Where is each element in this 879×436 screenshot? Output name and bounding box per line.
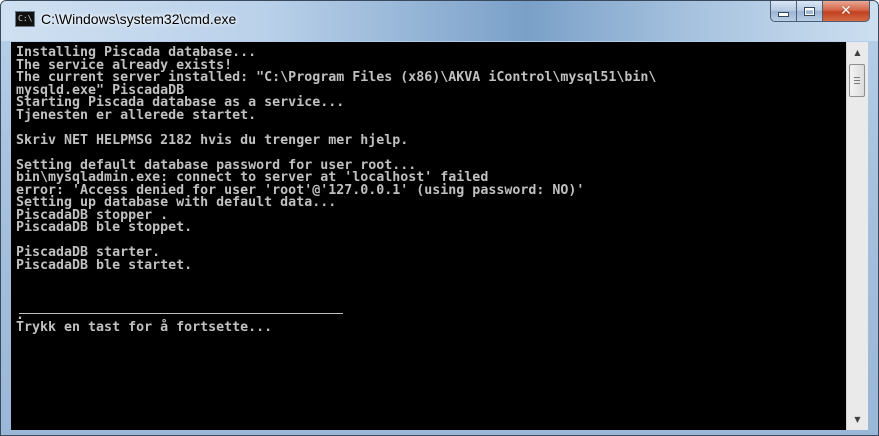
scroll-up-arrow-icon: ▲: [854, 48, 861, 57]
title-bar[interactable]: C:\ C:\Windows\system32\cmd.exe ✕: [1, 1, 878, 41]
close-icon: ✕: [840, 3, 852, 19]
maximize-icon: [804, 6, 815, 16]
scroll-down-arrow-icon: ▼: [854, 415, 861, 424]
close-button[interactable]: ✕: [823, 1, 870, 22]
vertical-scrollbar[interactable]: ▲ ▼: [846, 42, 868, 430]
console-output[interactable]: Installing Piscada database... The servic…: [11, 42, 846, 430]
minimize-button[interactable]: [770, 1, 797, 22]
thumb-grip: [854, 83, 860, 84]
console-line: Skriv NET HELPMSG 2182 hvis du trenger m…: [16, 132, 409, 148]
cmd-icon[interactable]: C:\: [15, 11, 35, 27]
caption-buttons: ✕: [770, 1, 870, 23]
minimize-icon: [778, 11, 789, 17]
scroll-thumb[interactable]: [849, 64, 865, 97]
console-line: PiscadaDB ble startet.: [16, 257, 193, 273]
thumb-grip: [854, 77, 860, 78]
maximize-button[interactable]: [797, 1, 823, 22]
console-line: PiscadaDB ble stoppet.: [16, 220, 193, 235]
thumb-grip: [854, 80, 860, 81]
window-frame-right[interactable]: [868, 42, 878, 435]
console-text: Installing Piscada database... The servic…: [11, 42, 846, 335]
cmd-window: C:\ C:\Windows\system32\cmd.exe ✕ Instal…: [0, 0, 879, 436]
scroll-down-button[interactable]: ▼: [848, 411, 867, 428]
console-prompt-line: Trykk en tast for å fortsette...: [16, 320, 273, 335]
window-frame-bottom[interactable]: [1, 430, 878, 435]
separator-underline: [19, 313, 343, 314]
scroll-up-button[interactable]: ▲: [848, 44, 867, 61]
window-title: C:\Windows\system32\cmd.exe: [41, 11, 237, 27]
console-line: Tjenesten er allerede startet.: [16, 107, 257, 123]
